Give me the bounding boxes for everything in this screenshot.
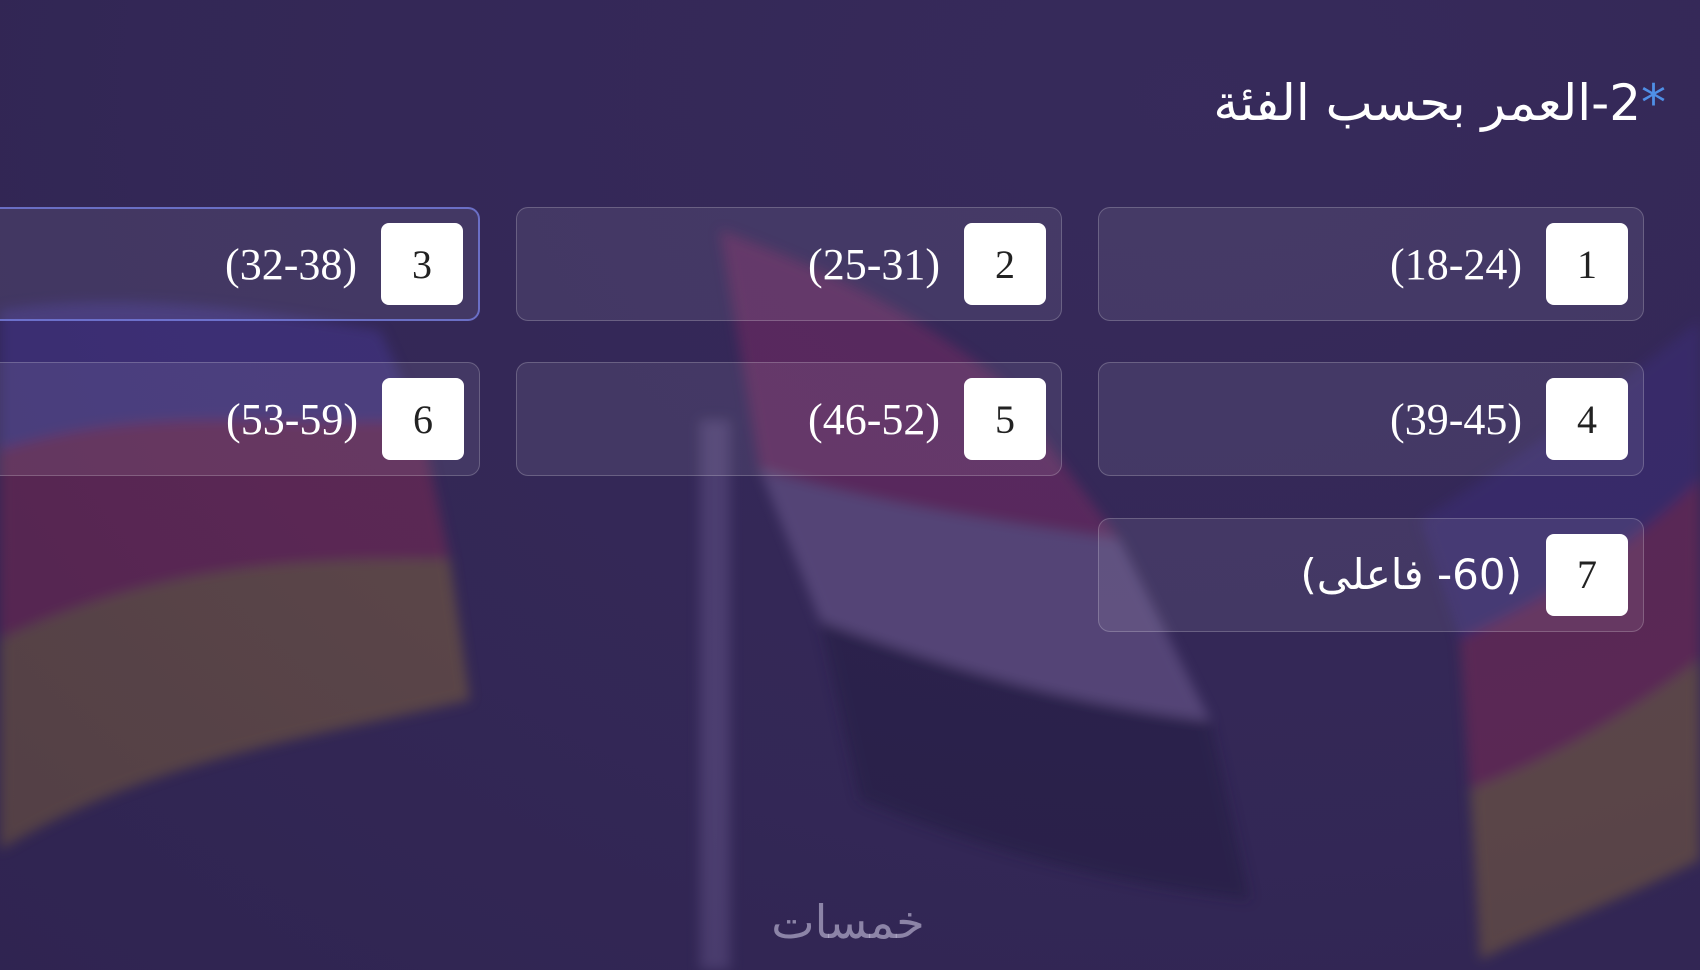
- option-key: 5: [964, 378, 1046, 461]
- question-text: العمر بحسب الفئة: [1213, 74, 1592, 132]
- option-key: 4: [1546, 378, 1628, 461]
- option-3[interactable]: 3 (32-38): [0, 207, 480, 321]
- question-number: 2-: [1591, 74, 1641, 132]
- option-key: 6: [382, 378, 464, 461]
- option-2[interactable]: 2 (25-31): [516, 207, 1062, 321]
- watermark-logo: خمسات: [771, 895, 925, 949]
- option-label: (25-31): [808, 239, 940, 289]
- option-7[interactable]: 7 (60- فاعلى): [1098, 517, 1644, 632]
- option-key: 7: [1546, 533, 1628, 616]
- option-label: (53-59): [226, 394, 358, 444]
- option-key: 1: [1546, 223, 1628, 305]
- option-key: 2: [964, 223, 1046, 305]
- option-label: (46-52): [808, 394, 940, 444]
- option-1[interactable]: 1 (18-24): [1098, 207, 1644, 321]
- question-title: *2-العمر بحسب الفئة: [1213, 78, 1666, 128]
- options-grid: 1 (18-24) 2 (25-31) 3 (32-38) 4 (39-45) …: [0, 207, 1644, 637]
- option-5[interactable]: 5 (46-52): [516, 362, 1062, 477]
- option-key: 3: [381, 223, 463, 305]
- option-label: (32-38): [225, 239, 357, 289]
- option-4[interactable]: 4 (39-45): [1098, 362, 1644, 477]
- option-label: (18-24): [1390, 239, 1522, 289]
- option-6[interactable]: 6 (53-59): [0, 362, 480, 477]
- option-label: (39-45): [1390, 394, 1522, 444]
- option-label: (60- فاعلى): [1300, 550, 1522, 600]
- required-marker: *: [1641, 74, 1666, 132]
